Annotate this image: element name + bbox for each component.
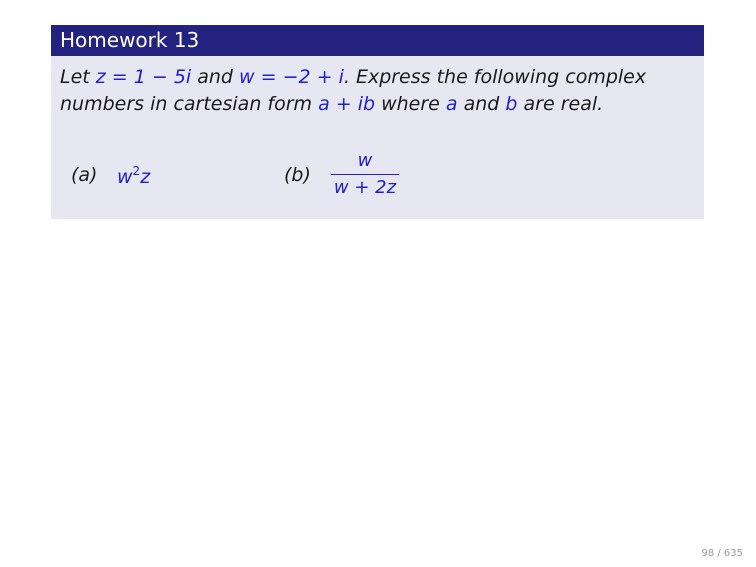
item-b-fraction: w w + 2z <box>330 148 400 201</box>
fraction-numerator: w <box>357 150 373 171</box>
block-title: Homework 13 <box>51 25 704 56</box>
statement-text-5: and <box>457 93 506 115</box>
statement-text-6: are real. <box>517 93 604 115</box>
item-b-label: (b) <box>284 164 311 186</box>
cartesian-form: a + ib <box>318 93 376 115</box>
item-a-tail: z <box>140 166 151 188</box>
w-definition: w = −2 + i <box>239 66 344 88</box>
item-a-label: (a) <box>71 164 98 186</box>
page-number: 98 / 635 <box>701 548 743 559</box>
homework-block: Homework 13 Let z = 1 − 5i and w = −2 + … <box>51 25 704 219</box>
fraction-denominator: w + 2z <box>333 177 397 198</box>
problem-statement: Let z = 1 − 5i and w = −2 + i. Express t… <box>60 64 690 118</box>
statement-text-2: and <box>191 66 240 88</box>
statement-text-4: where <box>375 93 446 115</box>
var-b: b <box>505 93 518 115</box>
var-a: a <box>445 93 458 115</box>
z-definition: z = 1 − 5i <box>95 66 192 88</box>
block-body: Let z = 1 − 5i and w = −2 + i. Express t… <box>51 56 704 219</box>
item-a-base: w <box>117 166 133 188</box>
item-a-expression: w2z <box>117 164 150 188</box>
statement-text-1: Let <box>60 66 96 88</box>
